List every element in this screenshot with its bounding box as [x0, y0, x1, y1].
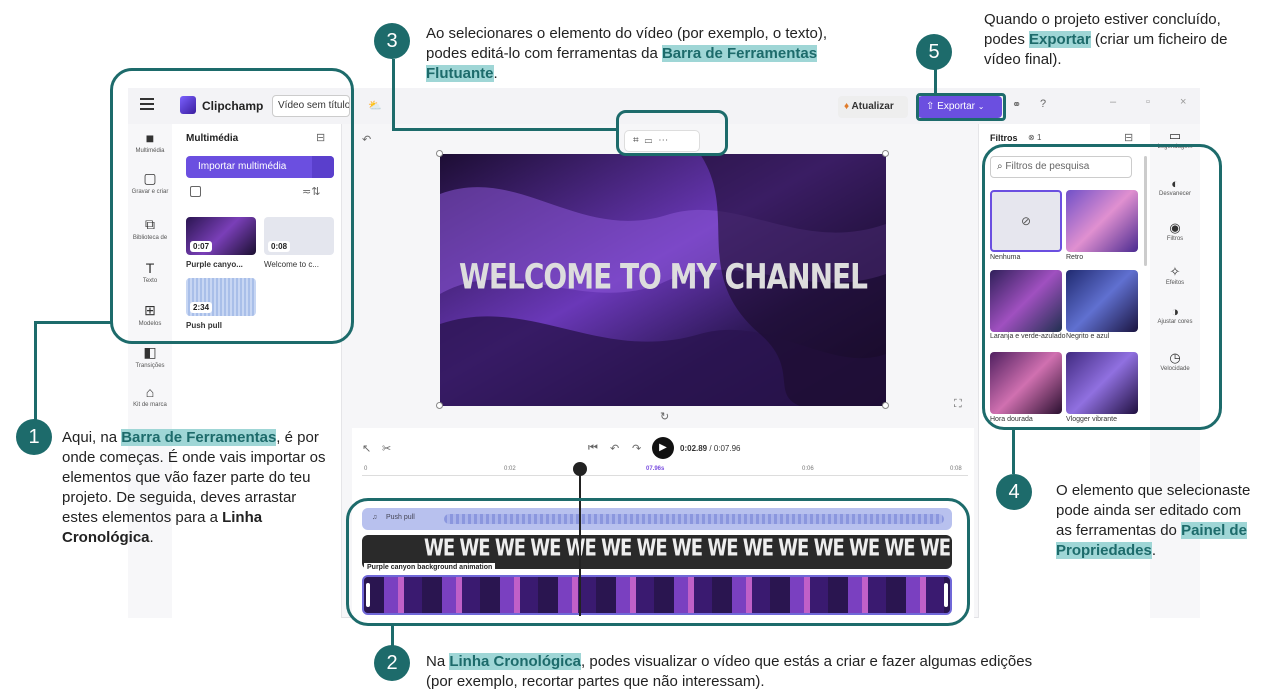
connector-4: [1012, 428, 1015, 474]
rail-item-label: Transições: [135, 363, 165, 369]
annotation-outline-export: [916, 93, 1006, 121]
minimize-icon[interactable]: –: [1110, 96, 1116, 108]
brand-kit-icon: ⌂: [145, 384, 155, 400]
skip-back-icon[interactable]: ⏮: [588, 442, 598, 455]
callout-text: .: [493, 65, 498, 82]
video-track-label: Purple canyon background animation: [364, 563, 496, 572]
split-icon[interactable]: ✂: [382, 442, 391, 455]
ruler-mark: 0: [364, 466, 368, 472]
fullscreen-icon[interactable]: ⛶: [954, 398, 962, 411]
callout-2-text: Na Linha Cronológica, podes visualizar o…: [426, 652, 1046, 692]
annotation-outline-timeline: [346, 498, 970, 626]
callout-badge-5: 5: [916, 34, 952, 70]
annotation-outline-floating-toolbar: [616, 110, 728, 156]
ruler-mark: 0:02: [504, 466, 516, 472]
callout-5-text: Quando o projeto estiver concluído, pode…: [984, 10, 1254, 70]
annotation-outline-toolbar: [110, 68, 354, 344]
callout-highlight: Linha Cronológica: [449, 653, 582, 670]
callout-badge-4: 4: [996, 474, 1032, 510]
forward-icon[interactable]: ↷: [632, 442, 641, 455]
close-icon[interactable]: ×: [1180, 96, 1186, 108]
callout-highlight: Exportar: [1029, 31, 1091, 48]
filters-count-value: 1: [1036, 133, 1042, 142]
total-time: 0:07.96: [713, 444, 741, 453]
update-button[interactable]: ♦ Atualizar: [838, 96, 908, 118]
magnet-icon[interactable]: ↖: [362, 442, 371, 455]
ruler-mark: 0:08: [950, 466, 962, 472]
callout-highlight: Barra de Ferramentas: [121, 429, 277, 446]
no-cloud-icon[interactable]: ⛅: [368, 99, 382, 112]
callout-text: .: [1151, 542, 1157, 559]
help-icon[interactable]: ?: [1040, 98, 1046, 110]
captions-icon: ▭: [1168, 128, 1182, 143]
ruler-mark: 0:06: [802, 466, 814, 472]
transitions-icon: ◧: [143, 344, 157, 360]
callout-4-text: O elemento que selecionaste pode ainda s…: [1056, 481, 1252, 561]
connector-1: [34, 321, 112, 324]
callout-3-text: Ao selecionares o elemento do vídeo (por…: [426, 24, 846, 84]
callout-badge-1: 1: [16, 419, 52, 455]
callout-text: .: [149, 529, 154, 546]
callout-text: Na: [426, 653, 450, 670]
callout-text: Aqui, na: [62, 429, 122, 446]
callout-1-text: Aqui, na Barra de Ferramentas, é por ond…: [62, 428, 334, 548]
undo-icon[interactable]: ↶: [362, 133, 371, 146]
rewind-icon[interactable]: ↶: [610, 442, 619, 455]
update-label: Atualizar: [851, 101, 894, 112]
video-preview[interactable]: WELCOME TO MY CHANNEL: [440, 154, 886, 406]
rail-item-label: Kit de marca: [133, 402, 167, 408]
timeline-ruler[interactable]: [362, 462, 968, 476]
time-readout: 0:02.89 / 0:07.96: [680, 444, 741, 453]
callout-badge-3: 3: [374, 23, 410, 59]
play-button[interactable]: ▶: [652, 437, 674, 459]
connector-3: [392, 59, 395, 131]
resize-handle[interactable]: [436, 150, 443, 157]
resize-handle[interactable]: [436, 402, 443, 409]
annotation-outline-properties: [982, 144, 1222, 430]
rail-item[interactable]: ◧ Transições: [128, 344, 172, 369]
filters-header: Filtros: [990, 133, 1018, 143]
rotate-icon[interactable]: ↻: [660, 410, 669, 423]
overlay-title[interactable]: WELCOME TO MY CHANNEL: [440, 256, 886, 297]
gem-icon: ♦: [844, 101, 850, 112]
rail-item[interactable]: ⌂ Kit de marca: [128, 384, 172, 408]
ruler-mark: 07.96s: [646, 466, 665, 472]
connector-1: [34, 321, 37, 421]
share-icon[interactable]: ⚭: [1012, 98, 1021, 111]
resize-handle[interactable]: [882, 150, 889, 157]
connector-3: [392, 128, 618, 131]
collapse-properties-icon[interactable]: ⊟: [1124, 131, 1133, 144]
maximize-icon[interactable]: ▫: [1146, 96, 1150, 108]
filters-count: ⊗ 1: [1028, 133, 1042, 142]
resize-handle[interactable]: [882, 402, 889, 409]
callout-badge-2: 2: [374, 645, 410, 681]
current-time: 0:02.89: [680, 444, 708, 453]
